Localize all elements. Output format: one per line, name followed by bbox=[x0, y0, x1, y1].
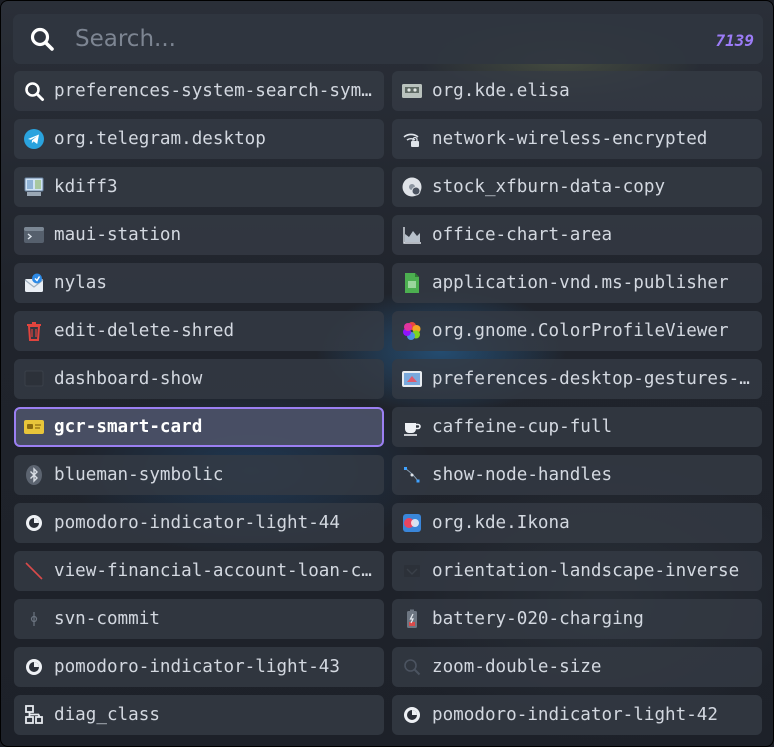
result-item[interactable]: blueman-symbolic bbox=[14, 455, 384, 495]
result-item-label: diag_class bbox=[54, 705, 160, 725]
result-item-label: org.kde.elisa bbox=[432, 81, 570, 101]
result-item-label: svn-commit bbox=[54, 609, 160, 629]
result-item[interactable]: application-vnd.ms-publisher bbox=[392, 263, 762, 303]
pomodoro-icon bbox=[26, 515, 42, 531]
result-item-label: pomodoro-indicator-light-42 bbox=[432, 705, 718, 725]
result-item[interactable]: preferences-desktop-gestures-touch bbox=[392, 359, 762, 399]
trash-icon bbox=[27, 322, 41, 341]
result-item-label: org.gnome.ColorProfileViewer bbox=[432, 321, 729, 341]
result-item-label: stock_xfburn-data-copy bbox=[432, 177, 666, 197]
result-item-label: show-node-handles bbox=[432, 465, 613, 485]
battery-charging-icon bbox=[407, 609, 417, 628]
result-item-label: application-vnd.ms-publisher bbox=[432, 273, 729, 293]
result-item-label: zoom-double-size bbox=[432, 657, 602, 677]
node-handles-icon bbox=[404, 467, 420, 483]
result-item[interactable]: org.telegram.desktop bbox=[14, 119, 384, 159]
results-column-left: preferences-system-search-symbolic org.te… bbox=[14, 71, 384, 743]
result-item-label: view-financial-account-loan-closed bbox=[54, 561, 376, 581]
result-item[interactable]: gcr-smart-card bbox=[14, 407, 384, 447]
wifi-lock-icon bbox=[403, 133, 419, 147]
kdiff3-icon bbox=[24, 177, 44, 196]
document-icon bbox=[405, 273, 419, 293]
result-item[interactable]: office-chart-area bbox=[392, 215, 762, 255]
search-icon bbox=[25, 82, 44, 101]
commit-icon bbox=[30, 612, 38, 626]
terminal-icon bbox=[24, 227, 44, 243]
result-item[interactable]: org.kde.elisa bbox=[392, 71, 762, 111]
color-wheel-icon bbox=[403, 322, 421, 340]
ikona-icon bbox=[403, 514, 421, 532]
result-item[interactable]: kdiff3 bbox=[14, 167, 384, 207]
loan-icon bbox=[25, 562, 43, 580]
result-item[interactable]: org.kde.Ikona bbox=[392, 503, 762, 543]
gestures-icon bbox=[402, 371, 422, 387]
result-item-label: caffeine-cup-full bbox=[432, 417, 613, 437]
smart-card-icon bbox=[24, 420, 44, 434]
result-item[interactable]: network-wireless-encrypted bbox=[392, 119, 762, 159]
result-item-label: nylas bbox=[54, 273, 107, 293]
class-diagram-icon bbox=[25, 705, 43, 724]
result-item-label: preferences-desktop-gestures-touch bbox=[432, 369, 754, 389]
mail-icon bbox=[24, 273, 44, 292]
results-column-right: org.kde.elisa network-wireless-encrypted s… bbox=[392, 71, 762, 743]
result-item[interactable]: preferences-system-search-symbolic bbox=[14, 71, 384, 111]
result-item[interactable]: pomodoro-indicator-light-43 bbox=[14, 647, 384, 687]
cassette-icon bbox=[402, 84, 422, 98]
result-item[interactable]: view-financial-account-loan-closed bbox=[14, 551, 384, 591]
result-item[interactable]: org.gnome.ColorProfileViewer bbox=[392, 311, 762, 351]
result-item-label: office-chart-area bbox=[432, 225, 613, 245]
result-item[interactable]: pomodoro-indicator-light-44 bbox=[14, 503, 384, 543]
result-item-label: pomodoro-indicator-light-44 bbox=[54, 513, 340, 533]
result-item[interactable]: pomodoro-indicator-light-42 bbox=[392, 695, 762, 735]
result-count: 7139 bbox=[715, 31, 754, 50]
result-item[interactable]: zoom-double-size bbox=[392, 647, 762, 687]
search-input[interactable] bbox=[75, 22, 635, 56]
result-item-label: preferences-system-search-symbolic bbox=[54, 81, 376, 101]
pomodoro-icon bbox=[26, 659, 42, 675]
telegram-icon bbox=[24, 129, 44, 149]
bluetooth-icon bbox=[26, 465, 42, 485]
result-item[interactable]: caffeine-cup-full bbox=[392, 407, 762, 447]
result-item-label: network-wireless-encrypted bbox=[432, 129, 708, 149]
result-item-label: kdiff3 bbox=[54, 177, 118, 197]
pomodoro-icon bbox=[404, 707, 420, 723]
result-item-label: edit-delete-shred bbox=[54, 321, 235, 341]
result-item[interactable]: show-node-handles bbox=[392, 455, 762, 495]
result-item[interactable]: stock_xfburn-data-copy bbox=[392, 167, 762, 207]
coffee-cup-icon bbox=[404, 423, 421, 436]
area-chart-icon bbox=[403, 227, 421, 244]
result-item[interactable]: diag_class bbox=[14, 695, 384, 735]
result-item-label: orientation-landscape-inverse bbox=[432, 561, 740, 581]
result-item-label: battery-020-charging bbox=[432, 609, 644, 629]
result-item-label: pomodoro-indicator-light-43 bbox=[54, 657, 340, 677]
disc-icon bbox=[402, 177, 422, 197]
dashboard-icon bbox=[24, 370, 44, 387]
result-item[interactable]: orientation-landscape-inverse bbox=[392, 551, 762, 591]
search-icon bbox=[30, 27, 54, 51]
landscape-icon bbox=[404, 565, 420, 577]
result-item-label: org.kde.Ikona bbox=[432, 513, 570, 533]
result-item-label: maui-station bbox=[54, 225, 182, 245]
result-item[interactable]: dashboard-show bbox=[14, 359, 384, 399]
result-item[interactable]: maui-station bbox=[14, 215, 384, 255]
app-launcher-window: 7139 preferences-system-search-symbolic o… bbox=[0, 0, 774, 747]
result-item[interactable]: nylas bbox=[14, 263, 384, 303]
result-item-label: dashboard-show bbox=[54, 369, 203, 389]
search-bar[interactable]: 7139 bbox=[13, 14, 763, 64]
result-item[interactable]: edit-delete-shred bbox=[14, 311, 384, 351]
result-item-label: gcr-smart-card bbox=[54, 417, 203, 437]
result-item-label: blueman-symbolic bbox=[54, 465, 224, 485]
zoom-icon bbox=[404, 659, 421, 676]
result-item-label: org.telegram.desktop bbox=[54, 129, 266, 149]
result-item[interactable]: svn-commit bbox=[14, 599, 384, 639]
result-item[interactable]: battery-020-charging bbox=[392, 599, 762, 639]
